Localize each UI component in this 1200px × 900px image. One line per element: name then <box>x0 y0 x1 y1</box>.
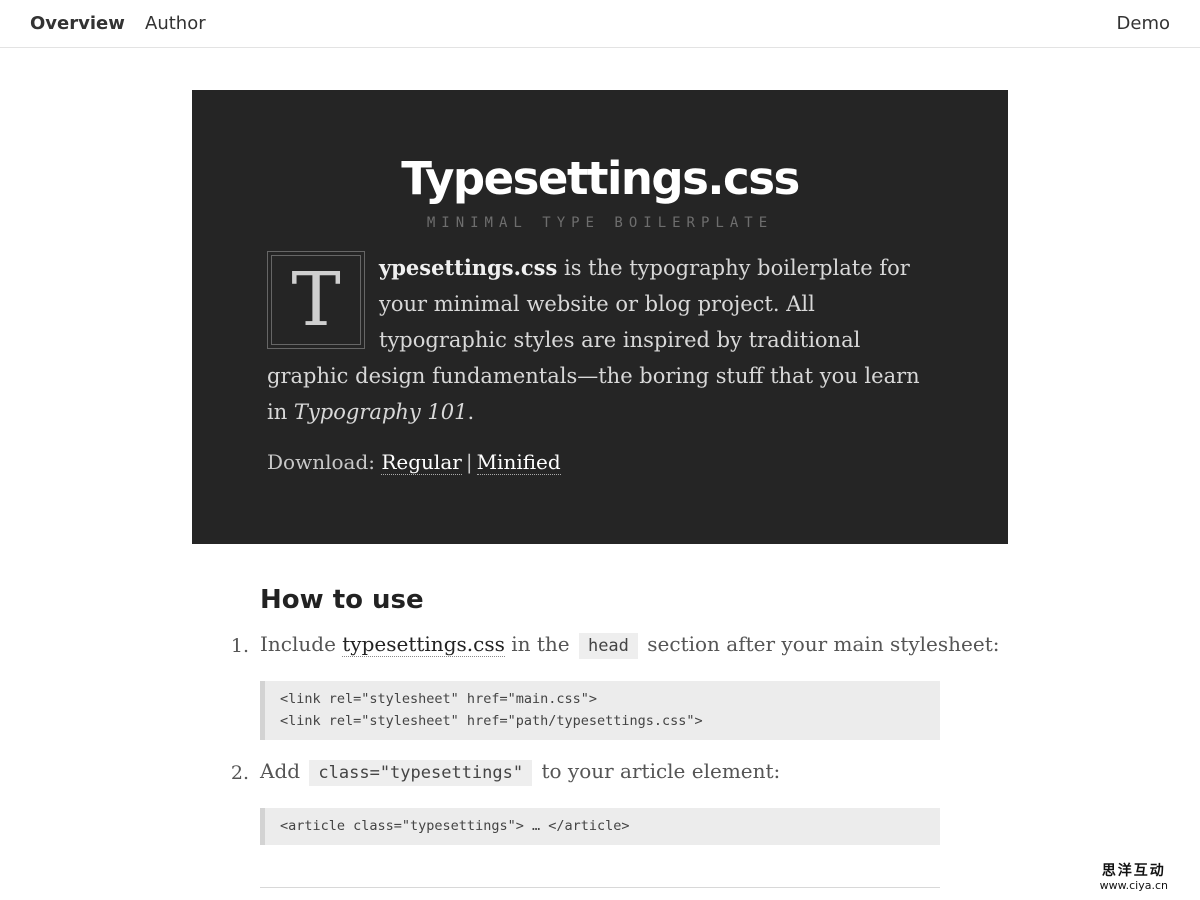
inline-code-class: class="typesettings" <box>309 760 533 786</box>
download-minified-link[interactable]: Minified <box>476 450 561 475</box>
watermark-logo: 思洋互动 www.ciya.cn <box>1100 863 1168 892</box>
dropcap: T <box>267 251 365 349</box>
watermark-chinese: 思洋互动 <box>1101 863 1166 879</box>
hero-subtitle: MINIMAL TYPE BOILERPLATE <box>426 215 774 231</box>
nav-author-link[interactable]: Author <box>145 13 206 34</box>
intro-bold: ypesettings.css <box>379 255 558 280</box>
step-1-text-after: section after your main stylesheet: <box>640 632 1000 656</box>
step-2-text: Add class="typesettings" to your article… <box>260 759 781 786</box>
step-1-text-before: Include <box>260 632 343 656</box>
hero-banner: Typesettings.css MINIMAL TYPE BOILERPLAT… <box>192 90 1008 544</box>
top-nav: Overview Author Demo <box>0 0 1200 48</box>
step-2-text-after: to your article element: <box>535 759 781 783</box>
download-row: Download: Regular | Minified <box>267 450 561 475</box>
watermark-url: www.ciya.cn <box>1099 879 1168 892</box>
code-block-article: <article class="typesettings"> … </artic… <box>260 808 940 845</box>
section-divider <box>260 887 940 888</box>
step-2-text-before: Add <box>260 759 307 783</box>
download-label: Download: <box>267 450 375 474</box>
download-separator: | <box>465 450 473 474</box>
step-1-text-mid: in the <box>504 632 576 656</box>
code-block-link-tags: <link rel="stylesheet" href="main.css"> … <box>260 681 940 740</box>
step-1-number: 1. <box>230 635 249 657</box>
step-2-number: 2. <box>230 762 249 784</box>
nav-overview-link[interactable]: Overview <box>30 13 125 34</box>
typesettings-css-link[interactable]: typesettings.css <box>342 632 505 657</box>
howto-heading: How to use <box>260 585 424 615</box>
download-regular-link[interactable]: Regular <box>381 450 462 475</box>
inline-code-head: head <box>578 633 638 659</box>
intro-end: . <box>467 400 475 424</box>
step-1-text: Include typesettings.css in the head sec… <box>260 632 1000 659</box>
intro-paragraph: Typesettings.css is the typography boile… <box>267 250 927 430</box>
hero-title: Typesettings.css <box>401 152 800 205</box>
dropcap-letter: T <box>271 255 361 345</box>
intro-italic: Typography 101 <box>293 400 468 424</box>
nav-demo-link[interactable]: Demo <box>1117 13 1170 34</box>
